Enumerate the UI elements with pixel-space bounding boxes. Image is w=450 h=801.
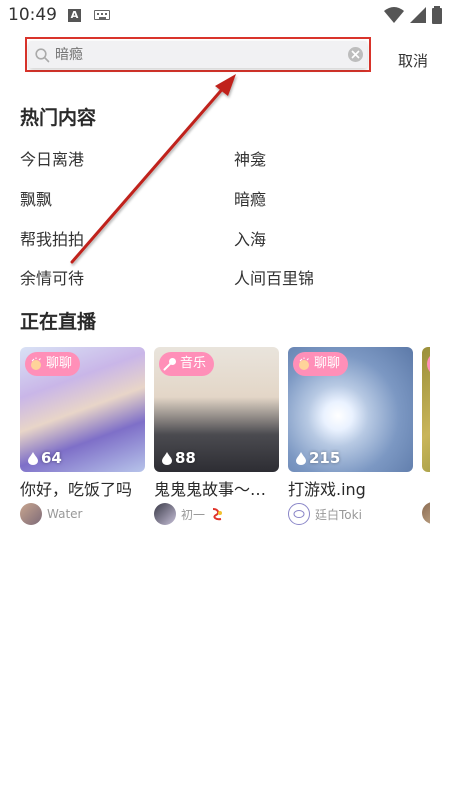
live-title[interactable]: 你好，吃饭了吗 bbox=[20, 476, 145, 500]
search-input[interactable] bbox=[55, 45, 345, 65]
host-info[interactable]: 廷白Toki bbox=[288, 503, 413, 525]
search-icon bbox=[35, 48, 50, 63]
viewer-count: 88 bbox=[162, 449, 196, 467]
avatar bbox=[288, 503, 310, 525]
avatar bbox=[154, 503, 176, 525]
live-card[interactable]: 聊聊 64 你好，吃饭了吗 Water bbox=[20, 347, 145, 525]
viewer-count-value: 88 bbox=[175, 449, 196, 467]
host-info[interactable] bbox=[422, 502, 430, 524]
text-notification-icon: A bbox=[68, 9, 81, 22]
viewer-count-value: 64 bbox=[41, 449, 62, 467]
live-card-list[interactable]: 聊聊 64 你好，吃饭了吗 Water 音乐 88 鬼鬼鬼故事～… 初一 聊聊 … bbox=[20, 347, 430, 527]
wifi-icon bbox=[383, 7, 404, 23]
host-info[interactable]: 初一 bbox=[154, 503, 279, 525]
search-bar[interactable] bbox=[29, 41, 367, 68]
avatar bbox=[422, 502, 430, 524]
hot-item[interactable]: 今日离港 bbox=[20, 146, 84, 170]
hot-item[interactable]: 暗瘾 bbox=[234, 186, 266, 210]
hot-item[interactable]: 飘飘 bbox=[20, 186, 52, 210]
hot-item[interactable]: 人间百里锦 bbox=[234, 265, 314, 289]
category-tag: 音乐 bbox=[159, 352, 215, 376]
battery-icon bbox=[432, 6, 442, 24]
category-tag: 聊聊 bbox=[293, 352, 349, 376]
viewer-count-value: 215 bbox=[309, 449, 341, 467]
keyboard-icon bbox=[94, 10, 110, 20]
hot-item[interactable]: 神龛 bbox=[234, 146, 266, 170]
host-name: 初一 bbox=[181, 507, 206, 522]
category-tag bbox=[427, 352, 430, 376]
flame-icon bbox=[162, 451, 172, 465]
viewer-count: 64 bbox=[28, 449, 62, 467]
clap-icon bbox=[299, 357, 309, 370]
search-highlight-box bbox=[25, 37, 371, 72]
clear-icon[interactable] bbox=[348, 47, 363, 62]
cancel-button[interactable]: 取消 bbox=[398, 50, 428, 71]
live-cover-image[interactable]: 聊聊 215 bbox=[288, 347, 413, 472]
status-bar: 10:49 A bbox=[0, 0, 450, 32]
hot-item[interactable]: 余情可待 bbox=[20, 265, 84, 289]
microphone-icon bbox=[163, 358, 176, 371]
category-tag: 聊聊 bbox=[25, 352, 81, 376]
live-card[interactable] bbox=[422, 347, 430, 524]
live-cover-image[interactable] bbox=[422, 347, 430, 472]
hot-item[interactable]: 入海 bbox=[234, 226, 266, 250]
live-cover-image[interactable]: 音乐 88 bbox=[154, 347, 279, 472]
live-cover-image[interactable]: 聊聊 64 bbox=[20, 347, 145, 472]
status-time: 10:49 bbox=[8, 5, 57, 25]
category-tag-label: 聊聊 bbox=[314, 356, 341, 371]
live-title[interactable]: 鬼鬼鬼故事～… bbox=[154, 476, 279, 500]
clap-icon bbox=[31, 357, 41, 370]
avatar bbox=[20, 503, 42, 525]
viewer-count: 215 bbox=[296, 449, 340, 467]
live-now-title: 正在直播 bbox=[20, 311, 97, 333]
hot-content-title: 热门内容 bbox=[20, 107, 97, 129]
host-name: Water bbox=[47, 507, 83, 521]
ribbon-badge-icon bbox=[212, 508, 223, 521]
live-card[interactable]: 音乐 88 鬼鬼鬼故事～… 初一 bbox=[154, 347, 279, 525]
flame-icon bbox=[28, 451, 38, 465]
category-tag-label: 聊聊 bbox=[46, 356, 73, 371]
host-info[interactable]: Water bbox=[20, 503, 145, 525]
hot-item[interactable]: 帮我拍拍 bbox=[20, 226, 84, 250]
flame-icon bbox=[296, 451, 306, 465]
live-title[interactable]: 打游戏.ing bbox=[288, 476, 413, 500]
signal-icon bbox=[409, 7, 426, 23]
category-tag-label: 音乐 bbox=[180, 356, 207, 371]
host-name: 廷白Toki bbox=[315, 507, 362, 522]
live-card[interactable]: 聊聊 215 打游戏.ing 廷白Toki bbox=[288, 347, 413, 525]
